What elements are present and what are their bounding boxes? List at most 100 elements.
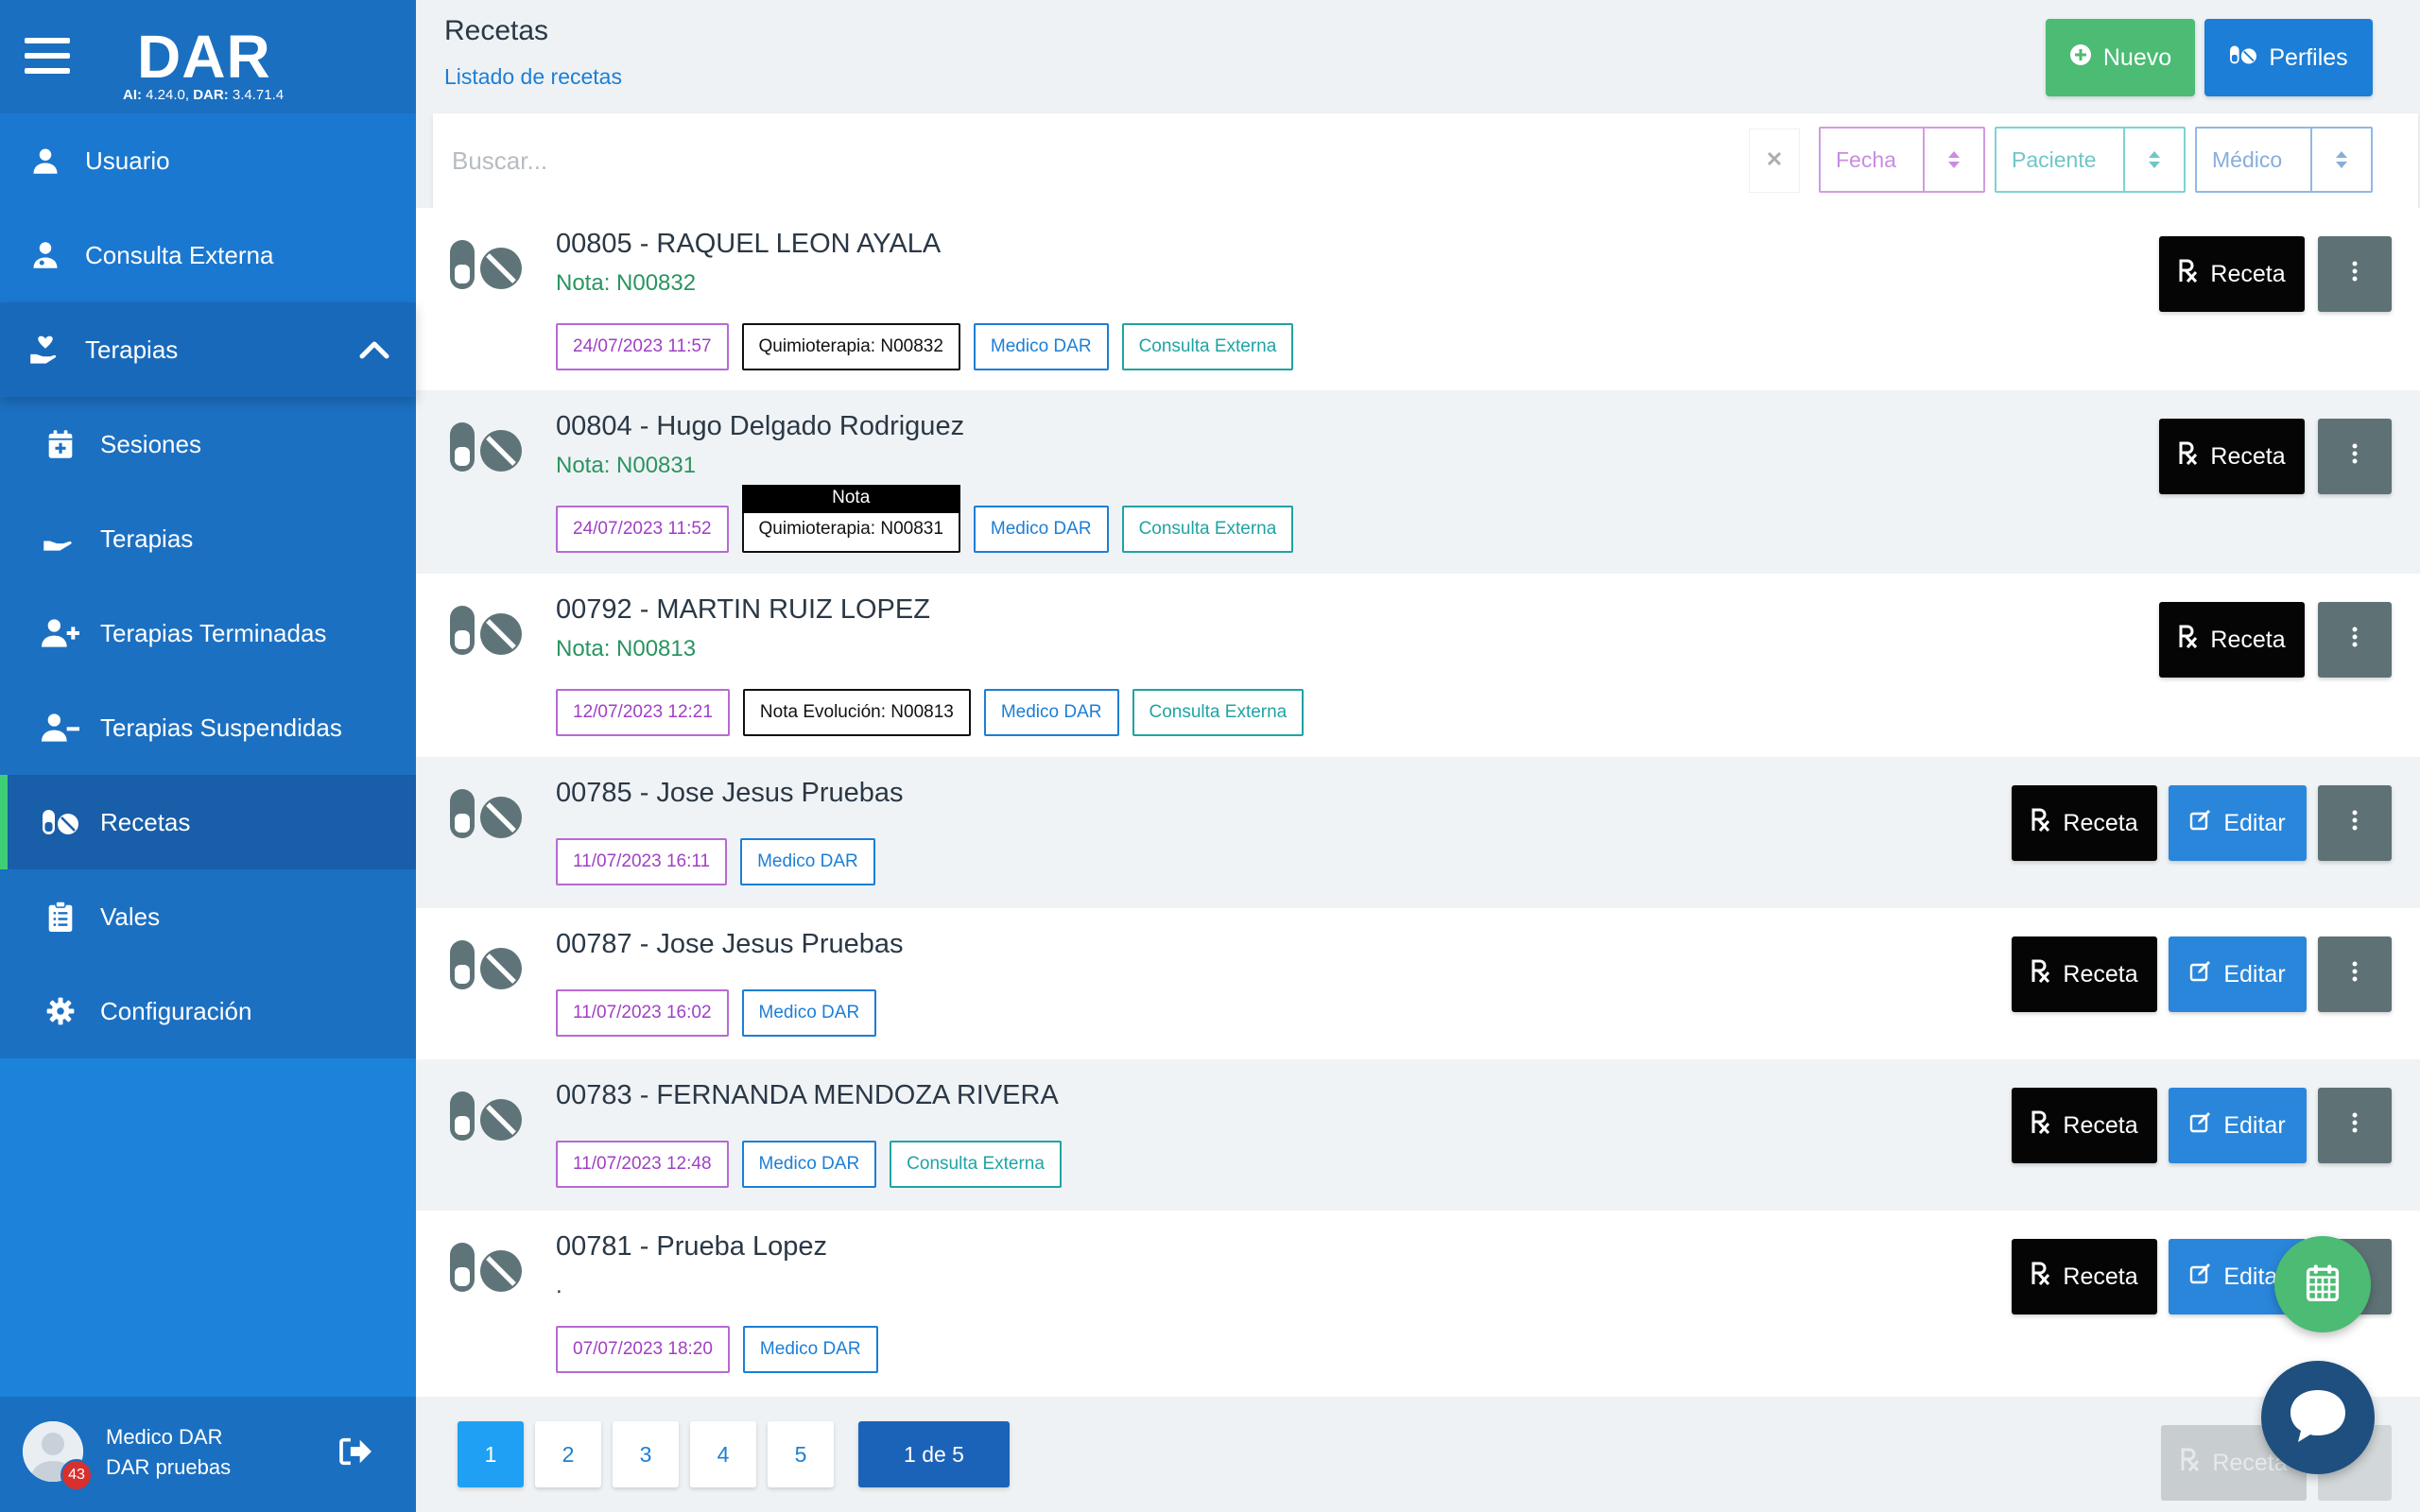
receta-button[interactable]: Receta bbox=[2012, 1239, 2157, 1314]
receta-button[interactable]: Receta bbox=[2159, 419, 2305, 494]
list-item[interactable]: 00785 - Jose Jesus Pruebas 11/07/2023 16… bbox=[416, 757, 2420, 908]
perfiles-button[interactable]: Perfiles bbox=[2204, 19, 2373, 96]
list-item[interactable]: 00805 - RAQUEL LEON AYALA Nota: N00832 2… bbox=[416, 208, 2420, 390]
pills-icon bbox=[448, 1239, 524, 1300]
sidebar-item-terapias-group[interactable]: Terapias bbox=[0, 302, 416, 397]
tag-group: 11/07/2023 12:48 Medico DAR Consulta Ext… bbox=[556, 1141, 1062, 1188]
sidebar-item-usuario[interactable]: Usuario bbox=[0, 113, 416, 208]
more-options-button[interactable] bbox=[2318, 785, 2392, 861]
ellipsis-vertical-icon bbox=[2352, 443, 2358, 471]
date-tag: 11/07/2023 16:02 bbox=[556, 989, 729, 1037]
editar-button[interactable]: Editar bbox=[2169, 1088, 2307, 1163]
edit-icon bbox=[2189, 960, 2212, 988]
sidebar-item-terapias[interactable]: Terapias bbox=[0, 491, 416, 586]
user-footer: 43 Medico DAR DAR pruebas bbox=[0, 1397, 416, 1512]
pills-icon bbox=[448, 936, 524, 998]
prescription-icon bbox=[2178, 259, 2199, 290]
reference-tag[interactable]: Quimioterapia: N00832 bbox=[741, 323, 960, 370]
sort-icon bbox=[2310, 129, 2371, 191]
breadcrumb[interactable]: Listado de recetas bbox=[444, 64, 622, 90]
dar-version-label: DAR: bbox=[193, 87, 229, 103]
ai-version-label: AI: bbox=[123, 87, 142, 103]
ai-version: 4.24.0, bbox=[146, 87, 190, 103]
hamburger-menu-icon[interactable] bbox=[25, 38, 70, 76]
date-tag: 07/07/2023 18:20 bbox=[556, 1326, 730, 1373]
sort-paciente-select[interactable]: Paciente bbox=[1995, 127, 2186, 193]
receta-button[interactable]: Receta bbox=[2012, 936, 2157, 1012]
medico-tag: Medico DAR bbox=[741, 1141, 877, 1188]
consulta-tag: Consulta Externa bbox=[1121, 323, 1294, 370]
version-info: AI: 4.24.0, DAR: 3.4.71.4 bbox=[123, 87, 284, 103]
sidebar-item-configuracion[interactable]: Configuración bbox=[0, 964, 416, 1058]
page-button-4[interactable]: 4 bbox=[690, 1421, 756, 1487]
sidebar-item-label: Vales bbox=[100, 902, 161, 931]
tag-group: 24/07/2023 11:57 Quimioterapia: N00832 M… bbox=[556, 323, 1294, 370]
sidebar-item-label: Terapias bbox=[85, 335, 179, 364]
medico-tag: Medico DAR bbox=[740, 838, 875, 885]
list-item[interactable]: 00781 - Prueba Lopez . 07/07/2023 18:20 … bbox=[416, 1211, 2420, 1399]
medico-tag: Medico DAR bbox=[973, 323, 1109, 370]
reference-tag[interactable]: Nota Evolución: N00813 bbox=[742, 689, 971, 736]
page-button-3[interactable]: 3 bbox=[613, 1421, 679, 1487]
dar-version: 3.4.71.4 bbox=[232, 87, 285, 103]
prescription-icon bbox=[2031, 1262, 2051, 1293]
list-item[interactable]: 00783 - FERNANDA MENDOZA RIVERA 11/07/20… bbox=[416, 1059, 2420, 1211]
editar-button[interactable]: Editar bbox=[2169, 785, 2307, 861]
receta-title: 00804 - Hugo Delgado Rodriguez bbox=[556, 411, 965, 441]
editar-button[interactable]: Editar bbox=[2169, 936, 2307, 1012]
sort-fecha-select[interactable]: Fecha bbox=[1819, 127, 1985, 193]
sort-fecha-label: Fecha bbox=[1836, 146, 1896, 172]
sidebar-item-consulta-externa[interactable]: Consulta Externa bbox=[0, 208, 416, 302]
receta-nota: Nota: N00831 bbox=[556, 453, 697, 478]
sidebar-item-terapias-terminadas[interactable]: Terapias Terminadas bbox=[0, 586, 416, 680]
logout-icon[interactable] bbox=[338, 1436, 374, 1471]
list-item[interactable]: 00804 - Hugo Delgado Rodriguez Nota: N00… bbox=[416, 390, 2420, 574]
more-options-button[interactable] bbox=[2318, 419, 2392, 494]
edit-icon bbox=[2189, 1111, 2212, 1140]
sidebar-item-recetas[interactable]: Recetas bbox=[0, 775, 416, 869]
date-tag: 24/07/2023 11:57 bbox=[556, 323, 729, 370]
pills-icon bbox=[448, 236, 524, 298]
sidebar-item-label: Recetas bbox=[100, 807, 191, 836]
tag-group: 11/07/2023 16:02 Medico DAR bbox=[556, 989, 877, 1037]
page-button-2[interactable]: 2 bbox=[535, 1421, 601, 1487]
more-options-button[interactable] bbox=[2318, 1088, 2392, 1163]
page-button-5[interactable]: 5 bbox=[768, 1421, 834, 1487]
receta-nota: Nota: N00832 bbox=[556, 270, 697, 296]
edit-icon bbox=[2189, 1263, 2212, 1291]
nuevo-button[interactable]: Nuevo bbox=[2046, 19, 2195, 96]
sidebar-item-vales[interactable]: Vales bbox=[0, 869, 416, 964]
search-bar: Fecha Paciente Médico bbox=[433, 113, 2418, 208]
receta-button[interactable]: Receta bbox=[2159, 236, 2305, 312]
sort-icon bbox=[2123, 129, 2184, 191]
consulta-tag: Consulta Externa bbox=[1121, 506, 1294, 553]
more-options-button[interactable] bbox=[2318, 602, 2392, 678]
calendar-fab-button[interactable] bbox=[2274, 1236, 2371, 1332]
sidebar-item-terapias-suspendidas[interactable]: Terapias Suspendidas bbox=[0, 680, 416, 775]
recetas-list: 00805 - RAQUEL LEON AYALA Nota: N00832 2… bbox=[416, 208, 2420, 1399]
chat-fab-button[interactable] bbox=[2261, 1361, 2375, 1474]
editar-label: Editar bbox=[2223, 960, 2286, 988]
receta-label: Receta bbox=[2210, 442, 2286, 470]
sidebar-item-sesiones[interactable]: Sesiones bbox=[0, 397, 416, 491]
page-button-1[interactable]: 1 bbox=[458, 1421, 524, 1487]
user-org: DAR pruebas bbox=[106, 1455, 232, 1479]
more-options-button[interactable] bbox=[2318, 236, 2392, 312]
chevron-up-icon[interactable] bbox=[359, 336, 389, 366]
sidebar-item-label: Terapias Suspendidas bbox=[100, 713, 342, 742]
list-item[interactable]: 00792 - MARTIN RUIZ LOPEZ Nota: N00813 1… bbox=[416, 574, 2420, 757]
edit-icon bbox=[2189, 809, 2212, 837]
receta-title: 00792 - MARTIN RUIZ LOPEZ bbox=[556, 594, 930, 625]
tag-group: 11/07/2023 16:11 Medico DAR bbox=[556, 838, 875, 885]
clear-search-button[interactable] bbox=[1749, 129, 1800, 193]
sidebar-item-label: Terapias Terminadas bbox=[100, 618, 327, 647]
more-options-button[interactable] bbox=[2318, 936, 2392, 1012]
search-input[interactable] bbox=[452, 132, 1681, 189]
clipboard-list-icon bbox=[42, 898, 79, 936]
sort-medico-select[interactable]: Médico bbox=[2195, 127, 2373, 193]
receta-button[interactable]: Receta bbox=[2159, 602, 2305, 678]
prescription-icon bbox=[2031, 959, 2051, 990]
receta-button[interactable]: Receta bbox=[2012, 1088, 2157, 1163]
list-item[interactable]: 00787 - Jose Jesus Pruebas 11/07/2023 16… bbox=[416, 908, 2420, 1059]
receta-button[interactable]: Receta bbox=[2012, 785, 2157, 861]
